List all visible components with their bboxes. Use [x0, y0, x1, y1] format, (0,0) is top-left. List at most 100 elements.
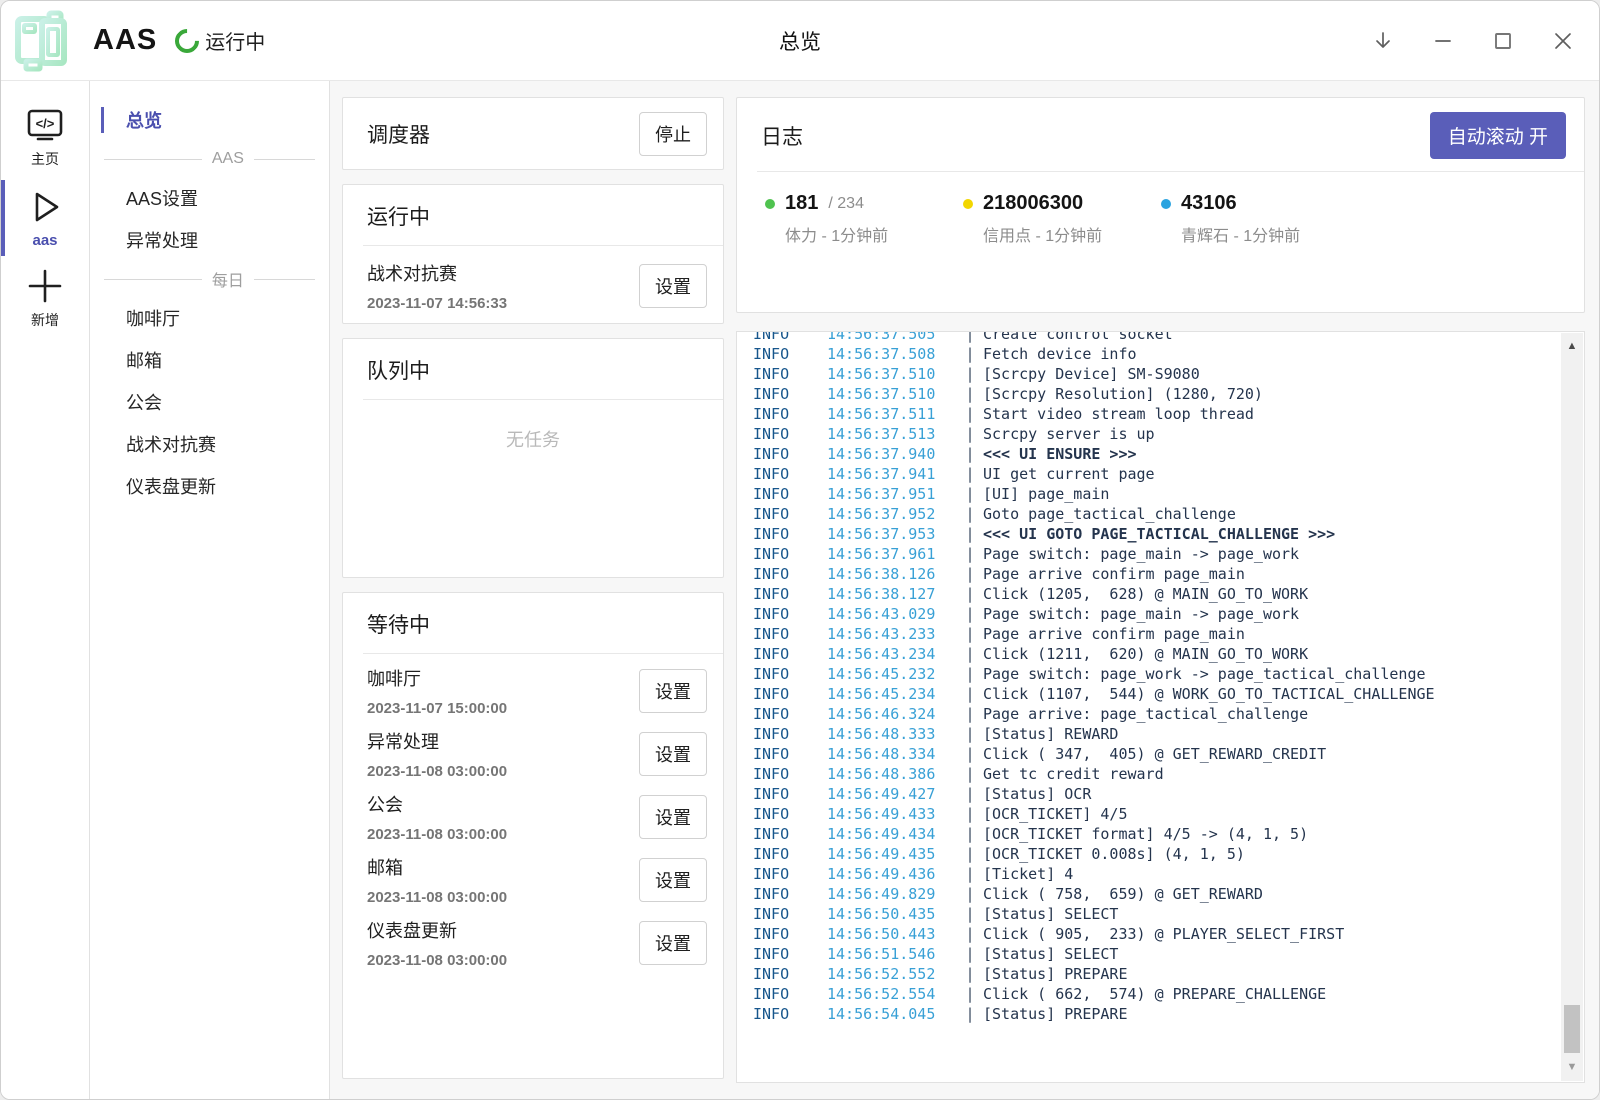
log-entry: INFO14:56:37.511|Start video stream loop…: [753, 404, 1584, 424]
minimize-button[interactable]: [1431, 29, 1455, 53]
task-settings-button[interactable]: 设置: [639, 858, 707, 902]
sidebar-item-总览[interactable]: 总览: [90, 99, 329, 141]
log-viewer[interactable]: INFO14:56:37.505|Create control socket IN…: [736, 331, 1585, 1083]
running-status-label: 运行中: [205, 26, 265, 55]
log-entry: INFO14:56:37.513|Scrcpy server is up: [753, 424, 1584, 444]
waiting-task-row: 仪表盘更新 2023-11-08 03:00:00 设置: [343, 906, 723, 969]
log-scrollbar-thumb[interactable]: [1564, 1005, 1580, 1053]
log-entry: INFO14:56:43.234|Click (1211, 620) @ MAI…: [753, 644, 1584, 664]
log-entry: INFO14:56:51.546|[Status] SELECT: [753, 944, 1584, 964]
stop-button[interactable]: 停止: [639, 112, 707, 156]
log-entry: INFO14:56:45.232|Page switch: page_work …: [753, 664, 1584, 684]
waiting-title: 等待中: [343, 609, 723, 653]
rail-label: 主页: [31, 149, 59, 169]
log-entry: INFO14:56:38.127|Click (1205, 628) @ MAI…: [753, 584, 1584, 604]
sidebar-item-AAS设置[interactable]: AAS设置: [90, 177, 329, 219]
sidebar-item-仪表盘更新[interactable]: 仪表盘更新: [90, 465, 329, 507]
log-entry: INFO14:56:37.941|UI get current page: [753, 464, 1584, 484]
waiting-task-row: 邮箱2023-11-08 03:00:00设置: [343, 843, 723, 906]
log-entry: INFO14:56:48.334|Click ( 347, 405) @ GET…: [753, 744, 1584, 764]
log-entry: INFO14:56:37.510|[Scrcpy Resolution] (12…: [753, 384, 1584, 404]
queue-card: 队列中 无任务: [342, 338, 724, 578]
waiting-task-row: 公会 2023-11-08 03:00:00 设置: [343, 780, 723, 843]
resource-stats: 181/ 234体力 - 1分钟前218006300信用点 - 1分钟前4310…: [737, 172, 1584, 246]
hide-to-tray-button[interactable]: [1371, 29, 1395, 53]
task-settings-button[interactable]: 设置: [639, 732, 707, 776]
log-entry: INFO14:56:37.510|[Scrcpy Device] SM-S908…: [753, 364, 1584, 384]
task-name: 仪表盘更新: [367, 917, 507, 943]
log-entry: INFO14:56:48.386|Get tc credit reward: [753, 764, 1584, 784]
log-entry: INFO14:56:45.234|Click (1107, 544) @ WOR…: [753, 684, 1584, 704]
rail-item-new[interactable]: 新增: [1, 258, 89, 339]
log-entry: INFO14:56:49.434|[OCR_TICKET format] 4/5…: [753, 824, 1584, 844]
log-entry: INFO14:56:49.433|[OCR_TICKET] 4/5: [753, 804, 1584, 824]
plus-icon: [25, 267, 65, 305]
log-entry: INFO14:56:37.952|Goto page_tactical_chal…: [753, 504, 1584, 524]
sidebar-section-label: AAS: [90, 141, 329, 177]
log-entry: INFO14:56:49.427|[Status] OCR: [753, 784, 1584, 804]
log-entry: INFO14:56:50.443|Click ( 905, 233) @ PLA…: [753, 924, 1584, 944]
code-monitor-icon: </>: [25, 108, 65, 144]
stat-value: 43106: [1181, 192, 1237, 215]
task-settings-button[interactable]: 设置: [639, 669, 707, 713]
stat-dot-icon: [1161, 199, 1171, 209]
task-name: 异常处理: [367, 728, 507, 754]
resource-stat: 43106 青辉石 - 1分钟前: [1161, 192, 1359, 246]
autoscroll-toggle-button[interactable]: 自动滚动 开: [1430, 112, 1566, 159]
rail-label: aas: [32, 232, 57, 249]
log-entry: INFO14:56:37.940|<<< UI ENSURE >>>: [753, 444, 1584, 464]
task-settings-button[interactable]: 设置: [639, 921, 707, 965]
task-time: 2023-11-08 03:00:00: [367, 826, 507, 843]
log-entry: INFO14:56:49.829|Click ( 758, 659) @ GET…: [753, 884, 1584, 904]
log-entry: INFO14:56:38.126|Page arrive confirm pag…: [753, 564, 1584, 584]
app-title: AAS: [93, 24, 157, 57]
stat-dot-icon: [765, 199, 775, 209]
maximize-button[interactable]: [1491, 29, 1515, 53]
waiting-task-list: 咖啡厅2023-11-07 15:00:00设置异常处理2023-11-08 0…: [343, 654, 723, 969]
task-name: 公会: [367, 791, 507, 817]
stat-label: 青辉石 - 1分钟前: [1161, 222, 1359, 246]
running-task-row: 战术对抗赛 2023-11-07 14:56:33 设置: [343, 246, 723, 312]
log-scrollbar[interactable]: ▲ ▼: [1561, 333, 1583, 1081]
sidebar-menu: 总览AASAAS设置异常处理每日咖啡厅邮箱公会战术对抗赛仪表盘更新: [90, 81, 330, 1099]
window-controls: [1371, 29, 1575, 53]
app-window: AAS 运行中 总览 </>: [0, 0, 1600, 1100]
resource-stat: 181/ 234体力 - 1分钟前: [765, 192, 963, 246]
close-button[interactable]: [1551, 29, 1575, 53]
waiting-card: 等待中 咖啡厅2023-11-07 15:00:00设置异常处理2023-11-…: [342, 592, 724, 1079]
task-name: 战术对抗赛: [367, 260, 507, 286]
waiting-task-row: 异常处理2023-11-08 03:00:00设置: [343, 717, 723, 780]
sidebar-item-咖啡厅[interactable]: 咖啡厅: [90, 297, 329, 339]
icon-rail: </> 主页 aas 新增: [1, 81, 90, 1099]
log-card: 日志 自动滚动 开 181/ 234体力 - 1分钟前218006300信用点 …: [736, 97, 1585, 313]
title-bar: AAS 运行中 总览: [1, 1, 1599, 81]
task-settings-button[interactable]: 设置: [639, 795, 707, 839]
app-logo-icon: [1, 10, 79, 72]
log-entry: INFO14:56:43.233|Page arrive confirm pag…: [753, 624, 1584, 644]
play-icon: [25, 187, 65, 227]
main-content: 调度器 停止 运行中 战术对抗赛 2023-11-07 14:56:33 设置: [330, 81, 1599, 1099]
task-name: 咖啡厅: [367, 665, 507, 691]
rail-item-home[interactable]: </> 主页: [1, 99, 89, 178]
sidebar-item-公会[interactable]: 公会: [90, 381, 329, 423]
scroll-up-arrow-icon[interactable]: ▲: [1561, 341, 1583, 352]
queue-title: 队列中: [343, 355, 723, 399]
rail-item-aas[interactable]: aas: [1, 178, 89, 258]
running-spinner-icon: [170, 24, 204, 58]
log-title: 日志: [761, 121, 803, 151]
log-entry: INFO14:56:37.505|Create control socket: [753, 331, 1584, 344]
log-lines: INFO14:56:37.505|Create control socket IN…: [737, 331, 1584, 1024]
log-entry: INFO14:56:37.951|[UI] page_main: [753, 484, 1584, 504]
queue-empty-label: 无任务: [343, 400, 723, 452]
sidebar-item-异常处理[interactable]: 异常处理: [90, 219, 329, 261]
resource-stat: 218006300信用点 - 1分钟前: [963, 192, 1161, 246]
log-entry: INFO14:56:49.436|[Ticket] 4: [753, 864, 1584, 884]
task-time: 2023-11-07 15:00:00: [367, 700, 507, 717]
sidebar-item-战术对抗赛[interactable]: 战术对抗赛: [90, 423, 329, 465]
sidebar-item-邮箱[interactable]: 邮箱: [90, 339, 329, 381]
task-time: 2023-11-08 03:00:00: [367, 952, 507, 969]
scroll-down-arrow-icon[interactable]: ▼: [1561, 1062, 1583, 1073]
task-settings-button[interactable]: 设置: [639, 264, 707, 308]
task-name: 邮箱: [367, 854, 507, 880]
log-entry: INFO14:56:54.045|[Status] PREPARE: [753, 1004, 1584, 1024]
